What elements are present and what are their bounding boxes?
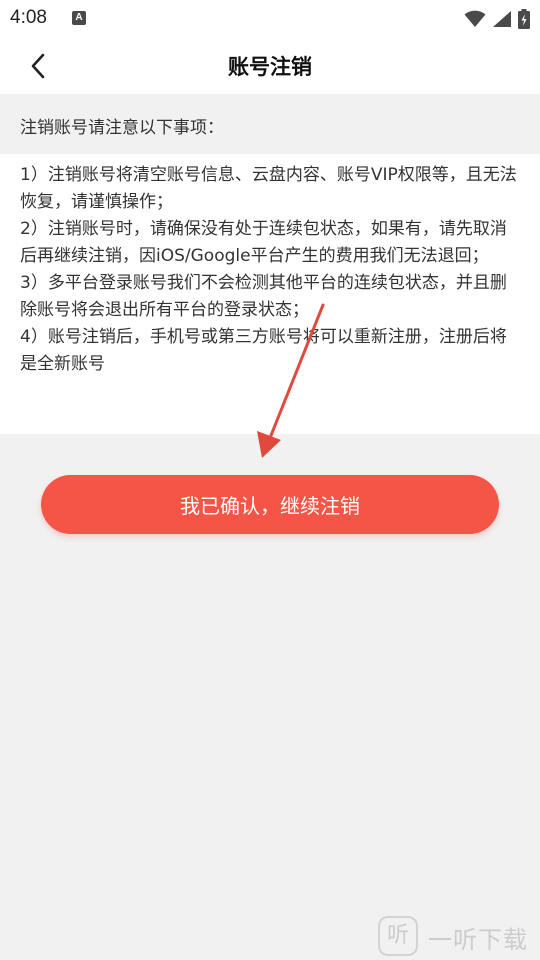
watermark: 听 一听下载: [378, 914, 534, 958]
signal-icon: [493, 11, 511, 27]
nav-bar: 账号注销: [0, 36, 540, 94]
notice-list: 1）注销账号将清空账号信息、云盘内容、账号VIP权限等，且无法恢复，请谨慎操作；…: [20, 162, 520, 378]
notice-item: 1）注销账号将清空账号信息、云盘内容、账号VIP权限等，且无法恢复，请谨慎操作；: [20, 165, 517, 212]
status-bar: 4:08 A: [0, 0, 540, 36]
notification-a-icon: A: [72, 11, 86, 25]
notice-header: 注销账号请注意以下事项：: [0, 94, 540, 154]
page-title: 账号注销: [228, 55, 312, 79]
notice-panel: 1）注销账号将清空账号信息、云盘内容、账号VIP权限等，且无法恢复，请谨慎操作；…: [0, 154, 540, 434]
confirm-deactivate-button[interactable]: 我已确认，继续注销: [41, 475, 499, 534]
watermark-logo: 听: [378, 916, 418, 956]
notice-item: 4）账号注销后，手机号或第三方账号将可以重新注册，注册后将是全新账号: [20, 327, 507, 374]
status-time: 4:08: [10, 7, 47, 28]
battery-charging-icon: [518, 9, 530, 29]
wifi-icon: [464, 10, 486, 27]
watermark-text: 一听下载: [428, 926, 528, 954]
status-icons: [464, 8, 530, 30]
arrow-head-icon: [257, 431, 281, 458]
notice-item: 3）多平台登录账号我们不会检测其他平台的连续包状态，并且删除账号将会退出所有平台…: [20, 273, 507, 320]
notice-item: 2）注销账号时，请确保没有处于连续包状态，如果有，请先取消后再继续注销，因iOS…: [20, 219, 507, 266]
notice-heading: 注销账号请注意以下事项：: [20, 118, 224, 138]
